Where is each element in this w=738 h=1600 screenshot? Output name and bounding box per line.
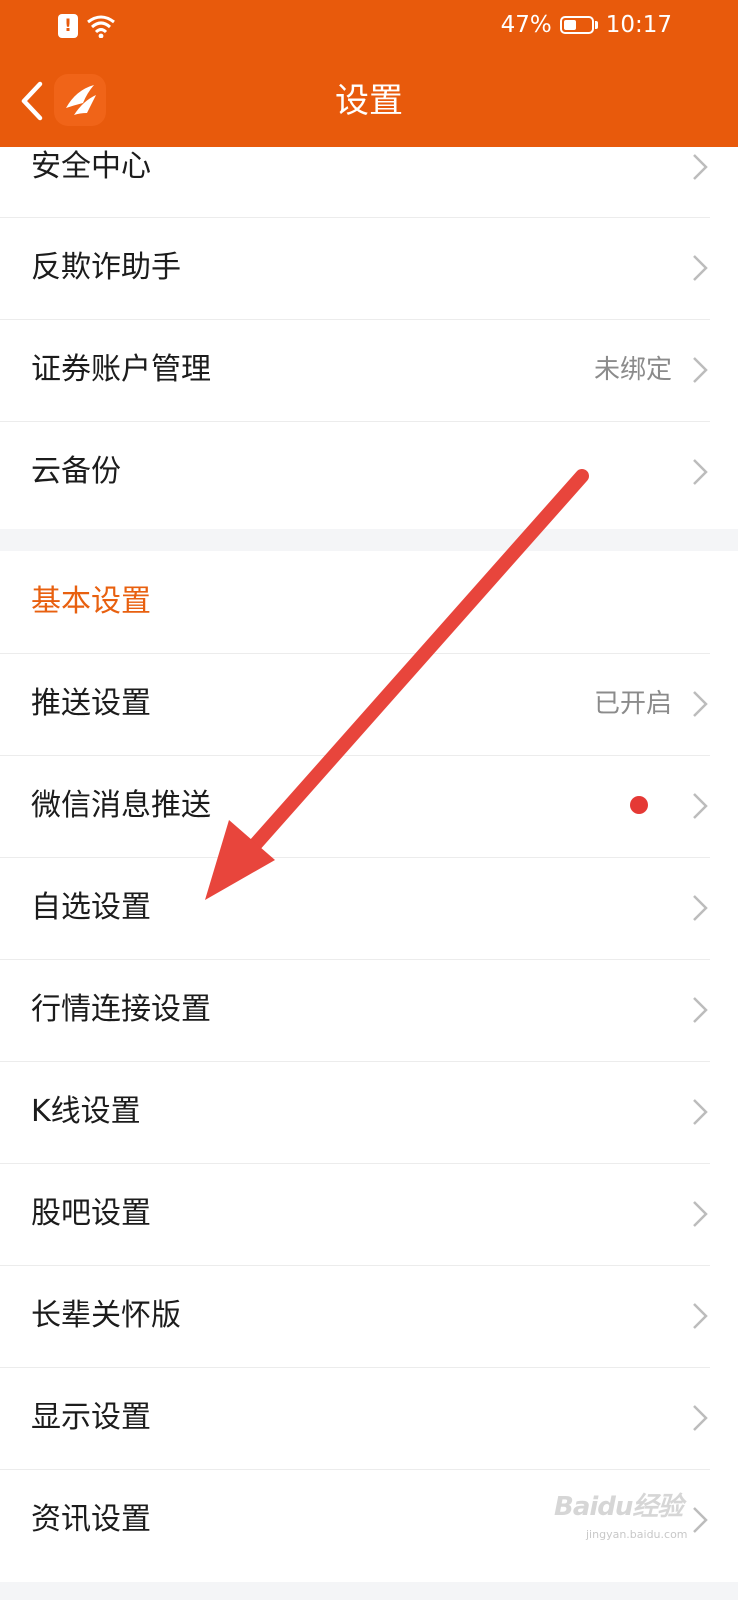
alert-icon: ! xyxy=(58,14,78,38)
watermark-url: jingyan.baidu.com xyxy=(586,1528,688,1541)
watermark: Baidu经验 xyxy=(554,1492,683,1522)
settings-row-guba[interactable]: 股吧设置 xyxy=(0,1163,738,1265)
chevron-right-icon xyxy=(693,1303,708,1329)
chevron-right-icon xyxy=(693,691,708,717)
section-header: 基本设置 xyxy=(0,551,738,653)
status-left: ! xyxy=(58,14,116,38)
nav-bar: 设置 xyxy=(0,56,738,147)
chevron-right-icon xyxy=(693,793,708,819)
chevron-right-icon xyxy=(693,255,708,281)
settings-row-display[interactable]: 显示设置 xyxy=(0,1367,738,1469)
settings-row-kline[interactable]: K线设置 xyxy=(0,1061,738,1163)
logo-icon xyxy=(66,85,96,115)
row-label: 反欺诈助手 xyxy=(31,250,181,285)
battery-icon xyxy=(559,16,598,34)
settings-group-account: 安全中心 反欺诈助手 证券账户管理 未绑定 云备份 xyxy=(0,147,738,529)
row-label: 安全中心 xyxy=(31,149,151,184)
settings-row-security-center[interactable]: 安全中心 xyxy=(0,147,738,217)
chevron-right-icon xyxy=(693,1405,708,1431)
app-logo xyxy=(54,74,106,126)
section-title: 基本设置 xyxy=(31,584,151,619)
settings-row-wechat-push[interactable]: 微信消息推送 xyxy=(0,755,738,857)
settings-row-push[interactable]: 推送设置 已开启 xyxy=(0,653,738,755)
chevron-right-icon xyxy=(693,154,708,180)
row-label: 显示设置 xyxy=(31,1400,151,1435)
chevron-right-icon xyxy=(693,459,708,485)
row-label: 推送设置 xyxy=(31,686,151,721)
settings-row-elder-mode[interactable]: 长辈关怀版 xyxy=(0,1265,738,1367)
settings-row-cloud-backup[interactable]: 云备份 xyxy=(0,421,738,523)
row-label: 微信消息推送 xyxy=(31,788,211,823)
chevron-right-icon xyxy=(693,1201,708,1227)
row-label: 行情连接设置 xyxy=(31,992,211,1027)
chevron-left-icon[interactable] xyxy=(14,78,50,124)
status-bar: ! 47% 10:17 xyxy=(0,0,738,56)
settings-group-basic: 基本设置 推送设置 已开启 微信消息推送 自选设置 行情连接设置 K线设置 股吧… xyxy=(0,551,738,1582)
chevron-right-icon xyxy=(693,1099,708,1125)
settings-row-watchlist[interactable]: 自选设置 xyxy=(0,857,738,959)
chevron-right-icon xyxy=(693,1507,708,1533)
page-title: 设置 xyxy=(335,81,403,121)
header: ! 47% 10:17 设置 xyxy=(0,0,738,147)
row-label: 股吧设置 xyxy=(31,1196,151,1231)
settings-row-market-connection[interactable]: 行情连接设置 xyxy=(0,959,738,1061)
row-label: 长辈关怀版 xyxy=(31,1298,181,1333)
status-time: 10:17 xyxy=(605,12,672,38)
row-value: 已开启 xyxy=(593,689,672,719)
battery-percent: 47% xyxy=(500,12,552,38)
row-label: 资讯设置 xyxy=(31,1502,151,1537)
row-label: 证券账户管理 xyxy=(31,352,211,387)
status-right: 47% 10:17 xyxy=(501,12,672,38)
settings-row-anti-fraud[interactable]: 反欺诈助手 xyxy=(0,217,738,319)
row-label: K线设置 xyxy=(31,1094,141,1129)
chevron-right-icon xyxy=(693,895,708,921)
chevron-right-icon xyxy=(693,357,708,383)
chevron-right-icon xyxy=(693,997,708,1023)
unread-dot xyxy=(630,796,648,814)
row-label: 自选设置 xyxy=(31,890,151,925)
wifi-icon xyxy=(87,15,115,38)
row-label: 云备份 xyxy=(31,454,121,489)
settings-row-securities-account[interactable]: 证券账户管理 未绑定 xyxy=(0,319,738,421)
row-value: 未绑定 xyxy=(593,355,672,385)
